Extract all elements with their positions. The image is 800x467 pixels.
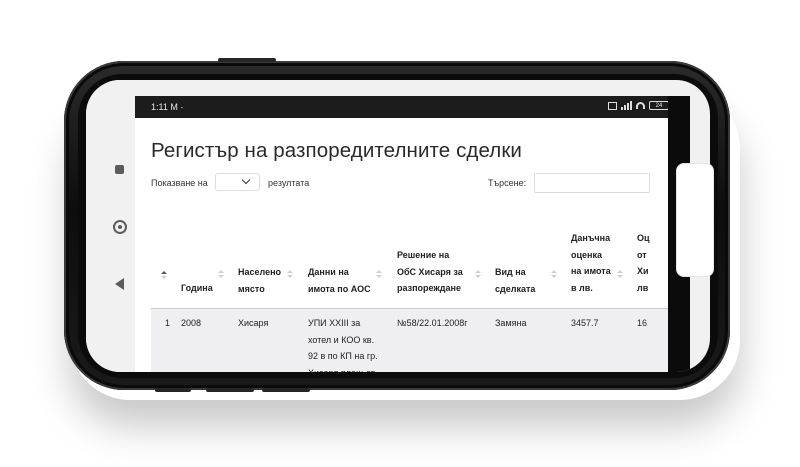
- cell-appraisal: 16: [637, 318, 648, 328]
- cell-tax-value: 3457.7: [571, 318, 599, 328]
- status-icons: 24: [608, 101, 677, 110]
- column-header-property[interactable]: Данни на имота по АОС: [308, 264, 371, 297]
- column-header-tax-value[interactable]: Данъчна оценка на имота в лв.: [571, 230, 611, 296]
- column-header-decision[interactable]: Решение на ОбС Хисаря за разпореждане: [397, 247, 463, 297]
- volume-button: [218, 58, 276, 62]
- chevron-down-icon: [241, 175, 251, 185]
- side-button-bottom-3: [262, 388, 310, 392]
- search-label: Търсене:: [488, 178, 527, 188]
- page-title: Регистър на разпоредителните сделки: [151, 139, 522, 162]
- wifi-icon: [636, 102, 645, 109]
- back-triangle-icon[interactable]: [115, 278, 124, 290]
- cell-property: УПИ XXIII за хотел и КОО кв. 92 в по КП …: [308, 318, 378, 372]
- recents-square-icon[interactable]: [115, 165, 124, 174]
- column-header-year[interactable]: Година: [181, 280, 213, 297]
- column-header-place[interactable]: Населено място: [238, 264, 281, 297]
- android-navbar: [86, 80, 136, 372]
- web-content: Регистър на разпоредителните сделки Пока…: [135, 118, 668, 372]
- show-entries-select[interactable]: [215, 173, 260, 191]
- search-input[interactable]: [534, 173, 650, 193]
- side-button-bottom-2: [206, 388, 254, 392]
- show-entries-suffix: резултата: [268, 178, 310, 188]
- phone-screen: 1:11 M · 24 Регистър на разпоредителните…: [86, 80, 710, 372]
- cell-deal-type: Замяна: [495, 318, 527, 328]
- column-header-appraisal[interactable]: Оц от Хи лв: [637, 230, 650, 296]
- cell-decision: №58/22.01.2008г: [397, 318, 468, 328]
- cell-num: 1: [165, 318, 171, 328]
- cell-year: 2008: [181, 318, 202, 328]
- column-header-deal-type[interactable]: Вид на сделката: [495, 264, 535, 297]
- status-extra-text: M ·: [170, 102, 184, 112]
- side-button-bottom-1: [155, 388, 191, 392]
- screen-side-tab: [676, 163, 714, 277]
- signal-icon: [621, 101, 632, 110]
- home-circle-icon[interactable]: [113, 220, 127, 234]
- show-entries-label: Показване на: [151, 178, 208, 188]
- battery-icon: 24: [649, 101, 669, 110]
- battery-level: 24: [655, 103, 663, 109]
- cell-place: Хисаря: [238, 318, 269, 328]
- status-time-text: 1:11: [151, 102, 168, 112]
- nfc-icon: [608, 101, 617, 110]
- status-time: 1:11 M ·: [151, 102, 183, 112]
- status-bar: 1:11 M · 24: [135, 96, 687, 118]
